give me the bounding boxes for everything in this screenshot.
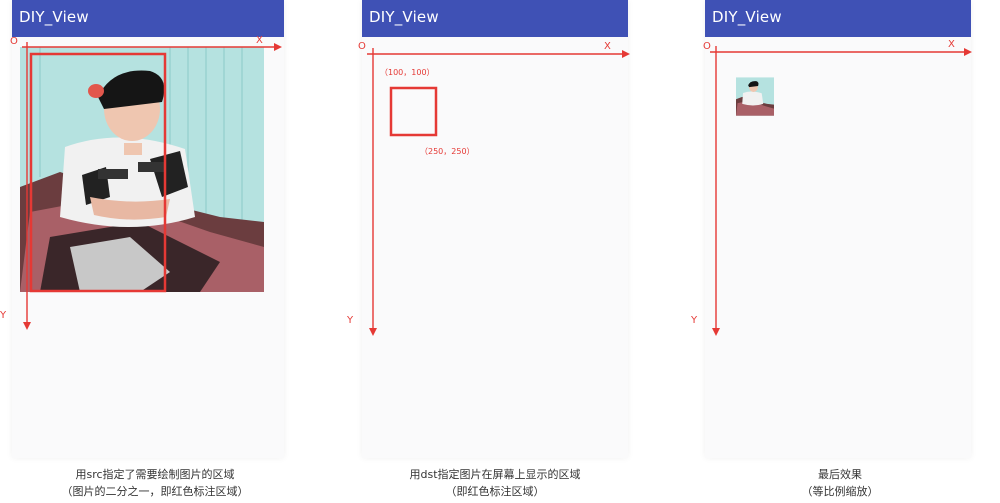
result-caption: 最后效果 （等比例缩放） <box>710 466 970 500</box>
dst-y-label: Y <box>347 315 354 326</box>
app-bar: DIY_View <box>362 0 628 37</box>
dst-x-label: X <box>604 41 611 52</box>
result-y-label: Y <box>691 315 698 326</box>
app-title: DIY_View <box>712 8 782 26</box>
screen-src: DIY_View <box>12 0 284 458</box>
result-origin-label: O <box>703 41 711 52</box>
src-caption-line2: （图片的二分之一，即红色标注区域） <box>61 485 249 498</box>
app-bar: DIY_View <box>12 0 284 37</box>
dst-caption-line2: （即红色标注区域） <box>445 485 545 498</box>
src-caption-line1: 用src指定了需要绘制图片的区域 <box>75 468 235 481</box>
result-caption-line2: （等比例缩放） <box>801 485 879 498</box>
src-x-label: X <box>256 35 263 46</box>
dst-origin-label: O <box>358 41 366 52</box>
dst-caption-line1: 用dst指定图片在屏幕上显示的区域 <box>409 468 581 481</box>
result-caption-line1: 最后效果 <box>818 468 862 481</box>
app-title: DIY_View <box>19 8 89 26</box>
person-photo <box>20 47 264 292</box>
screen-result: DIY_View <box>705 0 971 458</box>
src-origin-label: O <box>10 36 18 47</box>
app-bar: DIY_View <box>705 0 971 37</box>
dst-end-point-label: （250，250） <box>420 147 475 156</box>
result-x-label: X <box>948 39 955 50</box>
dst-start-point-label: （100，100） <box>380 68 435 77</box>
app-title: DIY_View <box>369 8 439 26</box>
src-y-label: Y <box>0 310 7 321</box>
screen-dst: DIY_View （100，100） （250，250） <box>362 0 628 458</box>
dst-caption: 用dst指定图片在屏幕上显示的区域 （即红色标注区域） <box>365 466 625 500</box>
scaled-person-photo <box>736 77 774 116</box>
src-caption: 用src指定了需要绘制图片的区域 （图片的二分之一，即红色标注区域） <box>25 466 285 500</box>
